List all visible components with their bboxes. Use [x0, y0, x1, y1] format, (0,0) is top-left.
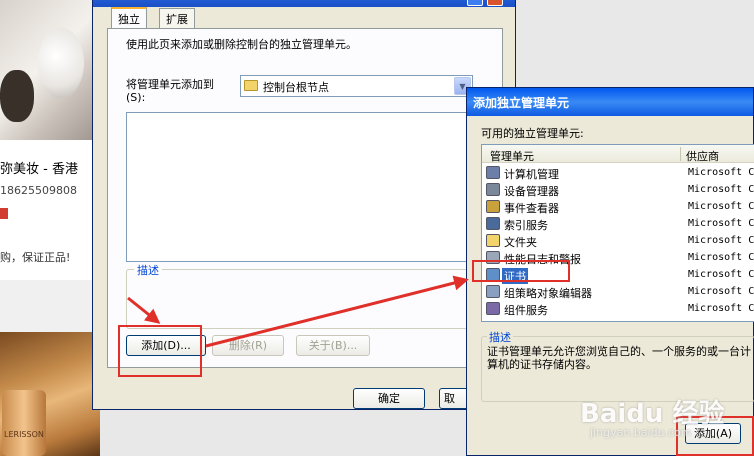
- dialog-title-bar[interactable]: [93, 0, 515, 7]
- snapin-vendor: Microsoft C: [688, 235, 754, 246]
- add-to-label: 将管理单元添加到(S):: [126, 78, 214, 104]
- about-button[interactable]: 关于(B)...: [296, 335, 370, 356]
- column-header-vendor[interactable]: 供应商: [686, 148, 719, 164]
- snapin-vendor: Microsoft C: [688, 286, 754, 297]
- intro-text: 使用此页来添加或删除控制台的独立管理单元。: [126, 38, 357, 51]
- baidu-watermark: Baidu 经验 jingyan.baidu.com: [580, 393, 724, 439]
- snapin-row[interactable]: 组策略对象编辑器 Microsoft C: [482, 283, 754, 300]
- watermark-text: Baidu 经验: [580, 399, 725, 429]
- snapin-description: 证书管理单元允许您浏览自己的、一个服务的或一台计算机的证书存储内容。: [487, 345, 751, 371]
- dialog-title-bar[interactable]: 添加独立管理单元: [467, 88, 753, 116]
- snapin-vendor: Microsoft C: [688, 218, 754, 229]
- help-icon[interactable]: ?: [467, 0, 483, 6]
- tab-extensions[interactable]: 扩展: [159, 8, 195, 28]
- shop-badge: [0, 208, 8, 219]
- cosmetic-jar-dark-image: [0, 70, 34, 122]
- snapin-vendor: Microsoft C: [688, 269, 754, 280]
- snapin-vendor: Microsoft C: [688, 303, 754, 314]
- snapin-vendor: Microsoft C: [688, 167, 754, 178]
- folder-icon: [244, 80, 258, 91]
- snapin-name: 事件查看器: [504, 202, 559, 215]
- snapin-vendor: Microsoft C: [688, 252, 754, 263]
- event-viewer-icon: [486, 200, 500, 213]
- highlight-add-button: [118, 325, 202, 377]
- snapin-name: 组策略对象编辑器: [504, 287, 592, 300]
- available-snapins-list[interactable]: 管理单元 供应商 计算机管理 Microsoft C 设备管理器 Microsoft …: [481, 144, 754, 322]
- section-separator: [0, 280, 100, 332]
- tab-standalone[interactable]: 独立: [111, 7, 147, 29]
- snapin-name: 文件夹: [504, 236, 537, 249]
- list-header: 管理单元 供应商: [482, 145, 754, 163]
- snapin-name: 组件服务: [504, 304, 548, 317]
- dialog-title: 添加独立管理单元: [473, 96, 570, 110]
- cancel-button[interactable]: 取: [439, 388, 469, 409]
- snapin-row[interactable]: 事件查看器 Microsoft C: [482, 198, 754, 215]
- available-label: 可用的独立管理单元:: [481, 127, 584, 140]
- background-webpage: 弥美妆 - 香港 18625509808 购，保证正品! LERISSON: [0, 0, 100, 456]
- device-manager-icon: [486, 183, 500, 196]
- ok-button[interactable]: 确定: [353, 388, 425, 409]
- shop-description: 购，保证正品!: [0, 251, 71, 264]
- product-can-image: [2, 390, 46, 456]
- add-to-value: 控制台根节点: [263, 81, 329, 94]
- description-legend: 描述: [134, 262, 162, 278]
- highlight-certificates-row: [472, 260, 570, 282]
- snapin-row[interactable]: 文件夹 Microsoft C: [482, 232, 754, 249]
- column-divider[interactable]: [680, 147, 681, 161]
- snapin-row[interactable]: 计算机管理 Microsoft C: [482, 164, 754, 181]
- description-group: [126, 269, 488, 329]
- product-brand-text: LERISSON: [4, 430, 44, 439]
- standalone-panel: 使用此页来添加或删除控制台的独立管理单元。 将管理单元添加到(S): 控制台根节…: [107, 28, 503, 368]
- cosmetic-jar-image: [38, 28, 84, 98]
- shop-phone: 18625509808: [0, 184, 77, 197]
- snapin-vendor: Microsoft C: [688, 201, 754, 212]
- snapin-vendor: Microsoft C: [688, 184, 754, 195]
- shop-title[interactable]: 弥美妆 - 香港: [0, 158, 78, 177]
- folder-icon: [486, 234, 500, 247]
- snapin-listbox[interactable]: [126, 112, 488, 262]
- snapin-row[interactable]: 索引服务 Microsoft C: [482, 215, 754, 232]
- snapin-row[interactable]: 组件服务 Microsoft C: [482, 300, 754, 317]
- description-legend: 描述: [487, 329, 513, 345]
- computer-management-icon: [486, 166, 500, 179]
- group-policy-icon: [486, 285, 500, 298]
- snapin-row[interactable]: 设备管理器 Microsoft C: [482, 181, 754, 198]
- column-header-snapin[interactable]: 管理单元: [490, 148, 534, 164]
- snapin-name: 计算机管理: [504, 168, 559, 181]
- snapin-name: 设备管理器: [504, 185, 559, 198]
- component-services-icon: [486, 302, 500, 315]
- close-icon[interactable]: ✕: [487, 0, 503, 6]
- snapin-name: 索引服务: [504, 219, 548, 232]
- indexing-service-icon: [486, 217, 500, 230]
- add-to-select[interactable]: 控制台根节点 ▼: [240, 75, 473, 97]
- remove-button[interactable]: 删除(R): [212, 335, 284, 356]
